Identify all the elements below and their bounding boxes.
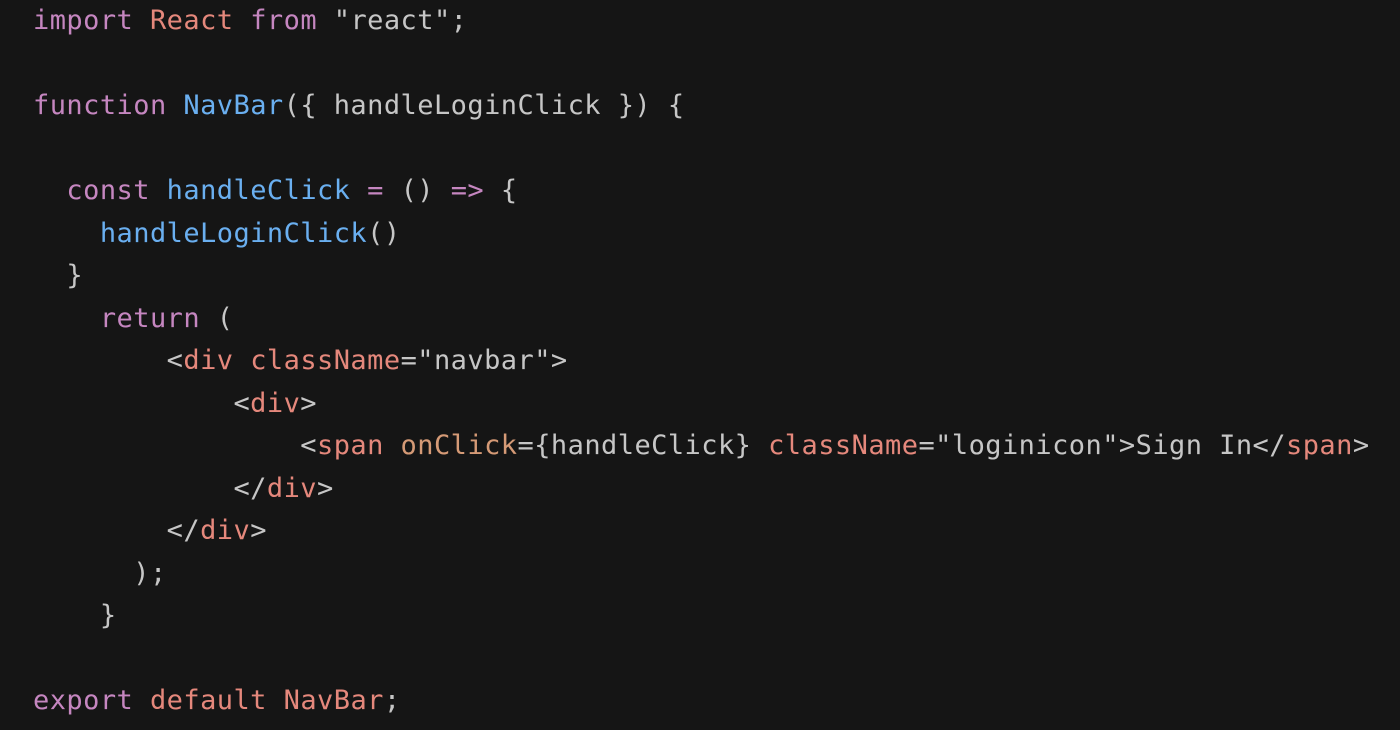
code-line: return ( [33, 298, 1370, 341]
code-line: ); [33, 553, 1370, 596]
code-line: <span onClick={handleClick} className="l… [33, 425, 1370, 468]
code-token: className [250, 345, 401, 376]
code-token: span [317, 430, 384, 461]
code-block: import React from "react"; function NavB… [33, 0, 1370, 723]
code-line: } [33, 595, 1370, 638]
code-token: => [450, 175, 485, 206]
code-token: } [33, 260, 84, 291]
code-token: ="navbar"> [400, 345, 568, 376]
code-token: > [1352, 430, 1370, 461]
code-token: onClick [400, 430, 518, 461]
code-token: > [317, 472, 334, 504]
code-token: ; [383, 685, 401, 716]
code-token: function [33, 90, 167, 121]
code-line: <div> [33, 383, 1370, 426]
code-token: div [266, 472, 318, 504]
code-token: from [250, 5, 318, 36]
code-line: </div> [33, 510, 1370, 553]
code-editor[interactable]: import React from "react"; function NavB… [0, 0, 1400, 730]
code-token: div [250, 387, 301, 419]
code-token: handleClick [166, 175, 351, 206]
code-line: </div> [33, 468, 1370, 511]
code-token: span [1285, 430, 1353, 461]
code-token: > [300, 387, 318, 419]
code-token: () [367, 217, 401, 249]
code-token: const [66, 175, 150, 206]
code-token: { [484, 175, 518, 206]
code-token: React [149, 5, 234, 36]
code-token: return [99, 302, 201, 334]
code-token: handleLoginClick [99, 217, 368, 249]
code-token: ( [200, 302, 234, 334]
code-token: = [367, 175, 384, 206]
code-token: export [33, 685, 134, 716]
code-line: export default NavBar; [33, 680, 1370, 723]
code-line: <div className="navbar"> [33, 340, 1370, 383]
code-line: import React from "react"; [33, 0, 1370, 43]
code-token: ={handleClick} [517, 430, 769, 461]
code-token: </ [33, 515, 201, 546]
code-line: function NavBar({ handleLoginClick }) { [33, 85, 1370, 128]
code-token: < [33, 387, 251, 419]
code-token: </ [33, 472, 267, 504]
code-token: import [33, 5, 134, 36]
code-token: ); [33, 557, 167, 589]
code-token: > [250, 515, 267, 546]
code-token: ="loginicon">Sign In</ [918, 430, 1286, 461]
code-token: className [768, 430, 919, 461]
code-token: < [33, 345, 184, 376]
code-token: ({ handleLoginClick }) { [283, 90, 685, 121]
code-token: div [200, 515, 251, 546]
code-line: } [33, 255, 1370, 298]
code-line: const handleClick = () => { [33, 170, 1370, 213]
code-token: NavBar [283, 685, 384, 716]
code-token: NavBar [183, 90, 284, 121]
code-token: < [33, 430, 317, 461]
code-line: handleLoginClick() [33, 213, 1370, 256]
code-token: () [383, 175, 451, 206]
code-token: div [183, 345, 234, 376]
code-token: default [149, 685, 267, 716]
code-token: "react"; [317, 5, 468, 36]
code-token: } [33, 600, 117, 631]
